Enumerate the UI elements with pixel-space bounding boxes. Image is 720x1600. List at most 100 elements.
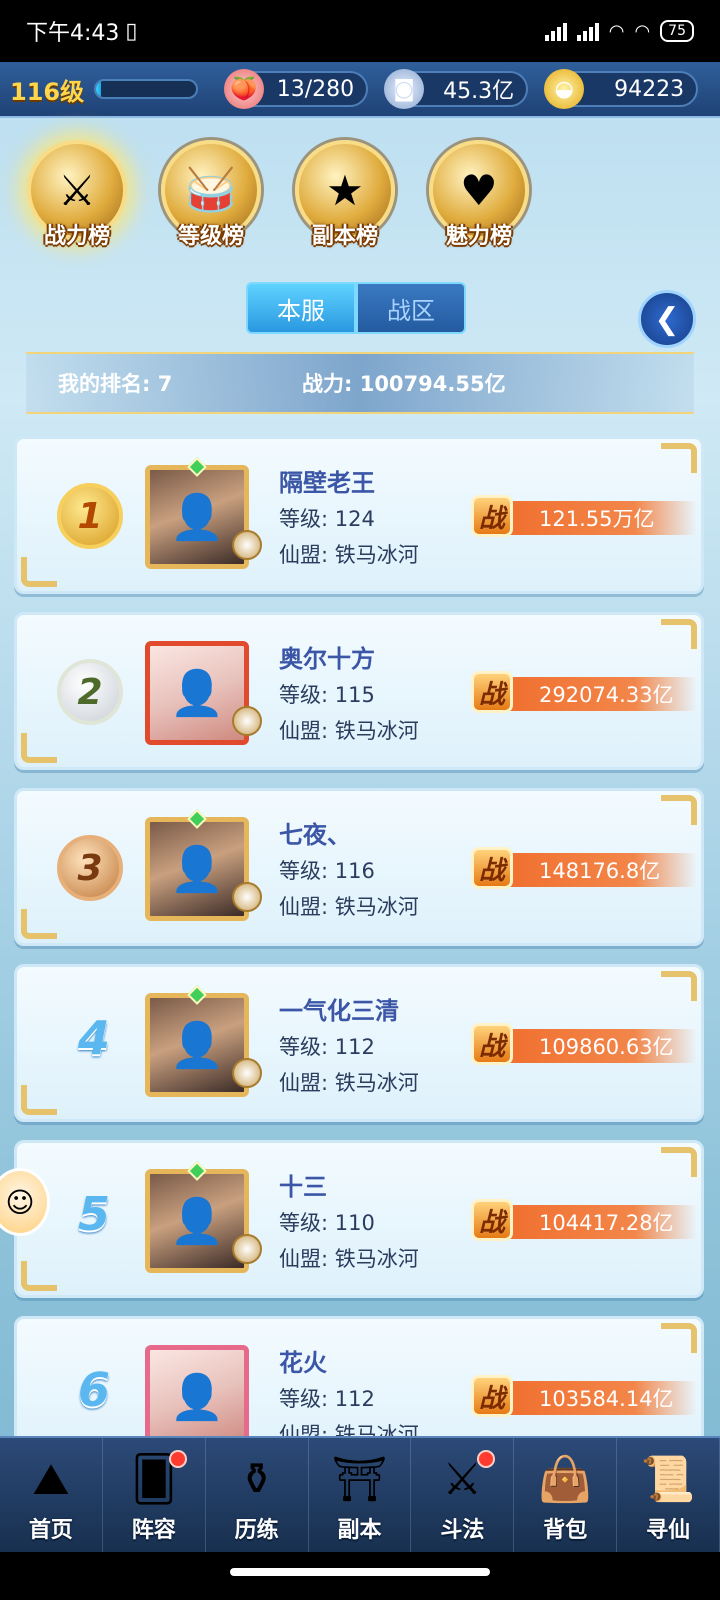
power-value: 148176.8亿 bbox=[489, 853, 697, 887]
nav-dungeon[interactable]: ⛩ 副本 bbox=[309, 1438, 412, 1552]
nav-training[interactable]: ⚱ 历练 bbox=[206, 1438, 309, 1552]
helper-face-icon: ☺ bbox=[5, 1185, 35, 1219]
ranking-row[interactable]: 1 👤 隔壁老王 等级: 124 仙盟: 铁马冰河 121.55万亿 战 bbox=[14, 436, 704, 594]
tab-dungeon-rank[interactable]: ★ 副本榜 bbox=[286, 140, 404, 270]
nav-label: 背包 bbox=[543, 1518, 588, 1543]
my-rank-bar: 我的排名: 7 战力: 100794.55亿 bbox=[26, 352, 694, 414]
gold-value: 94223 bbox=[614, 76, 685, 102]
player-guild: 仙盟: 铁马冰河 bbox=[279, 543, 419, 567]
coin-counter[interactable]: ◙ 45.3亿 bbox=[384, 69, 529, 109]
back-button[interactable]: ❮ bbox=[638, 290, 696, 348]
nav-home[interactable]: ⛰ 首页 bbox=[0, 1438, 103, 1552]
avatar[interactable]: 👤 bbox=[145, 809, 262, 921]
resource-bar: 116级 🍑 13/280 ◙ 45.3亿 ◒ 94223 bbox=[0, 62, 720, 118]
ranking-row[interactable]: 6 👤 花火 等级: 112 仙盟: 铁马冰河 103584.14亿 战 bbox=[14, 1316, 704, 1436]
power-value: 121.55万亿 bbox=[489, 501, 697, 535]
player-level-text: 等级: 110 bbox=[279, 1211, 375, 1235]
zone-toggle[interactable]: 战区 bbox=[356, 282, 466, 334]
stamina-value: 13/280 bbox=[276, 76, 355, 102]
battle-icon: 战 bbox=[471, 847, 513, 889]
bottom-nav: ⛰ 首页 🂠 阵容 ⚱ 历练 ⛩ 副本 ⚔ 斗法 👜 背包 📜 寻仙 bbox=[0, 1436, 720, 1552]
rank-medal-bronze: 3 bbox=[57, 835, 123, 901]
wifi-icon: ◠ bbox=[608, 20, 625, 42]
rank-badge-icon bbox=[232, 882, 262, 912]
bag-icon: 👜 bbox=[537, 1454, 593, 1505]
player-guild: 仙盟: 铁马冰河 bbox=[279, 1247, 419, 1271]
mountain-icon: ⛰ bbox=[32, 1453, 70, 1505]
player-guild: 仙盟: 铁马冰河 bbox=[279, 719, 419, 743]
battle-icon: 战 bbox=[471, 1023, 513, 1065]
rank-badge-icon bbox=[232, 1234, 262, 1264]
player-level-text: 等级: 115 bbox=[279, 683, 375, 707]
portrait-icon: 👤 bbox=[169, 492, 225, 543]
player-name: 花火 bbox=[279, 1349, 327, 1377]
tab-power-rank[interactable]: ⚔ 战力榜 bbox=[18, 140, 136, 270]
gesture-bar[interactable] bbox=[230, 1568, 490, 1576]
battle-icon: 战 bbox=[471, 1199, 513, 1241]
ranking-row[interactable]: 2 👤 奥尔十方 等级: 115 仙盟: 铁马冰河 292074.33亿 战 bbox=[14, 612, 704, 770]
avatar[interactable]: 👤 bbox=[145, 641, 262, 745]
player-guild: 仙盟: 铁马冰河 bbox=[279, 1423, 419, 1436]
nav-bag[interactable]: 👜 背包 bbox=[514, 1438, 618, 1552]
notification-dot bbox=[168, 1450, 187, 1468]
avatar[interactable]: 👤 bbox=[145, 985, 262, 1097]
player-level-text: 等级: 116 bbox=[279, 859, 375, 883]
gem-icon bbox=[187, 809, 207, 829]
portrait-icon: 👤 bbox=[169, 844, 225, 895]
rank-number: 5 bbox=[77, 1187, 110, 1241]
avatar[interactable]: 👤 bbox=[145, 1345, 249, 1436]
back-arrow-icon: ❮ bbox=[654, 301, 680, 337]
nav-label: 斗法 bbox=[440, 1518, 485, 1543]
player-name: 一气化三清 bbox=[279, 997, 399, 1025]
temple-icon: ⛩ bbox=[331, 1454, 388, 1505]
power-value: 292074.33亿 bbox=[489, 677, 697, 711]
avatar[interactable]: 👤 bbox=[145, 457, 262, 569]
status-bar: 下午4:43 ▯ ◠ ◠ 75 bbox=[0, 0, 720, 62]
system-nav-area bbox=[0, 1552, 720, 1600]
player-level: 116级 bbox=[10, 77, 85, 106]
tab-label: 魅力榜 bbox=[445, 224, 512, 249]
nav-lineup[interactable]: 🂠 阵容 bbox=[103, 1438, 206, 1552]
portrait-icon: 👤 bbox=[169, 668, 225, 719]
portrait-icon: 👤 bbox=[169, 1372, 225, 1423]
player-guild: 仙盟: 铁马冰河 bbox=[279, 895, 419, 919]
signal-icon bbox=[544, 21, 567, 41]
nav-seek-immortal[interactable]: 📜 寻仙 bbox=[617, 1438, 720, 1552]
local-server-toggle[interactable]: 本服 bbox=[246, 282, 356, 334]
tab-charm-rank[interactable]: ♥ 魅力榜 bbox=[420, 140, 538, 270]
nav-label: 首页 bbox=[28, 1518, 73, 1543]
power-value: 103584.14亿 bbox=[489, 1381, 697, 1415]
nav-label: 寻仙 bbox=[646, 1518, 691, 1543]
portrait-icon: 👤 bbox=[169, 1196, 225, 1247]
wifi-icon-2: ◠ bbox=[634, 20, 651, 42]
rank-badge-icon bbox=[232, 706, 262, 736]
xp-bar bbox=[94, 79, 199, 99]
xp-bar-fill bbox=[96, 81, 102, 97]
nav-duel[interactable]: ⚔ 斗法 bbox=[411, 1438, 515, 1552]
avatar[interactable]: 👤 bbox=[145, 1161, 262, 1273]
ranking-row[interactable]: 4 👤 一气化三清 等级: 112 仙盟: 铁马冰河 109860.63亿 战 bbox=[14, 964, 704, 1122]
nav-label: 阵容 bbox=[131, 1518, 176, 1543]
server-switch: 本服 战区 bbox=[246, 282, 466, 334]
gem-icon bbox=[187, 1161, 207, 1181]
stamina-counter[interactable]: 🍑 13/280 bbox=[224, 69, 369, 109]
rank-number: 4 bbox=[77, 1011, 110, 1065]
scroll-icon: 📜 bbox=[640, 1454, 696, 1505]
peach-icon: 🍑 bbox=[224, 69, 265, 109]
signal-icon-2 bbox=[576, 21, 599, 41]
tab-label: 等级榜 bbox=[177, 224, 244, 249]
gold-counter[interactable]: ◒ 94223 bbox=[544, 69, 699, 109]
player-name: 隔壁老王 bbox=[279, 469, 375, 497]
player-name: 十三 bbox=[279, 1173, 327, 1201]
rank-category-tabs: ⚔ 战力榜 🥁 等级榜 ★ 副本榜 ♥ 魅力榜 bbox=[18, 140, 558, 270]
ranking-row[interactable]: 5 👤 十三 等级: 110 仙盟: 铁马冰河 104417.28亿 战 bbox=[14, 1140, 704, 1298]
battle-icon: 战 bbox=[471, 1375, 513, 1417]
gem-icon bbox=[187, 457, 207, 477]
ranking-list[interactable]: 1 👤 隔壁老王 等级: 124 仙盟: 铁马冰河 121.55万亿 战 2 👤… bbox=[14, 436, 704, 1436]
power-value: 109860.63亿 bbox=[489, 1029, 697, 1063]
gold-ingot-icon: ◒ bbox=[544, 69, 585, 109]
coin-icon: ◙ bbox=[384, 69, 425, 109]
player-level-text: 等级: 112 bbox=[279, 1387, 375, 1411]
tab-level-rank[interactable]: 🥁 等级榜 bbox=[152, 140, 270, 270]
ranking-row[interactable]: 3 👤 七夜、 等级: 116 仙盟: 铁马冰河 148176.8亿 战 bbox=[14, 788, 704, 946]
